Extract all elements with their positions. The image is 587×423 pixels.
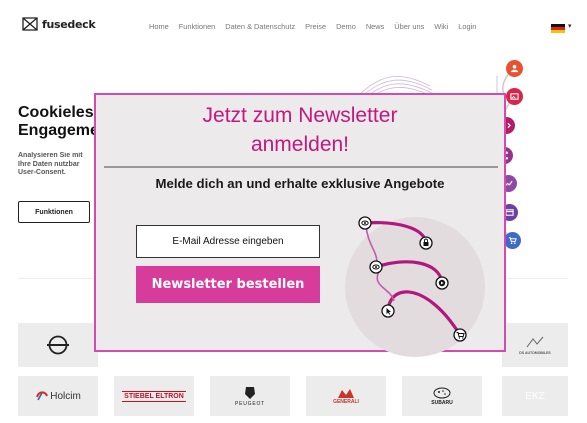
chevron-down-icon[interactable]: ▾ bbox=[568, 22, 572, 30]
ds-automobiles-text: DS AUTOMOBILES bbox=[519, 351, 551, 355]
cursor-icon bbox=[381, 304, 395, 318]
nav-item-news[interactable]: News bbox=[366, 22, 384, 31]
lock-icon bbox=[419, 236, 433, 250]
modal-subtitle: Melde dich an und erhalte exklusive Ange… bbox=[155, 176, 445, 191]
nav-item-login[interactable]: Login bbox=[458, 22, 476, 31]
nav-item-funktionen[interactable]: Funktionen bbox=[179, 22, 216, 31]
holcim-logo: Holcim bbox=[18, 376, 98, 416]
hero-subtitle: Analysieren Sie mit Ihre Daten nutzbar U… bbox=[18, 152, 83, 176]
subscribe-button[interactable]: Newsletter bestellen bbox=[136, 266, 320, 303]
nav-item-preise[interactable]: Preise bbox=[305, 22, 326, 31]
nav-item-datenschutz[interactable]: Daten & Datenschutz bbox=[225, 22, 295, 31]
modal-divider bbox=[104, 166, 498, 168]
eye-icon bbox=[369, 260, 383, 274]
nav-item-demo[interactable]: Demo bbox=[336, 22, 356, 31]
brand-name: fusedeck bbox=[42, 17, 96, 31]
nav-menu: Home Funktionen Daten & Datenschutz Prei… bbox=[149, 22, 486, 31]
peugeot-logo: PEUGEOT bbox=[210, 376, 290, 416]
customer-journey-illustration bbox=[345, 216, 485, 357]
brand-logo[interactable]: fusedeck bbox=[22, 17, 96, 31]
image-icon[interactable] bbox=[506, 88, 523, 105]
play-icon bbox=[435, 276, 449, 290]
ds-automobiles-logo: DS AUTOMOBILES bbox=[502, 323, 568, 367]
subaru-logo: SUBARU bbox=[402, 376, 482, 416]
peugeot-text: PEUGEOT bbox=[234, 400, 266, 407]
holcim-text: Holcim bbox=[50, 390, 81, 402]
generali-text: GENERALI bbox=[333, 399, 359, 405]
cart-icon bbox=[453, 328, 467, 342]
nav-item-wiki[interactable]: Wiki bbox=[434, 22, 448, 31]
modal-title: Jetzt zum Newsletter anmelden! bbox=[202, 104, 398, 156]
ekz-logo: EKZ bbox=[502, 376, 568, 416]
hero-title: Cookieless Engagement bbox=[18, 104, 98, 139]
subaru-text: SUBARU bbox=[431, 399, 453, 406]
eye-icon bbox=[358, 216, 372, 230]
newsletter-modal: Jetzt zum Newsletter anmelden! Melde dic… bbox=[94, 93, 506, 357]
features-button[interactable]: Funktionen bbox=[18, 201, 90, 223]
user-icon[interactable] bbox=[506, 60, 523, 77]
cart-icon[interactable] bbox=[504, 232, 521, 249]
opel-logo bbox=[18, 323, 98, 367]
german-flag-icon[interactable] bbox=[551, 24, 565, 33]
stiebel-eltron-text: STIEBEL ELTRON bbox=[122, 390, 186, 402]
fusedeck-logo-icon bbox=[22, 17, 38, 31]
nav-item-home[interactable]: Home bbox=[149, 22, 169, 31]
ekz-text: EKZ bbox=[525, 390, 545, 402]
nav-item-ueber-uns[interactable]: Über uns bbox=[394, 22, 424, 31]
generali-logo: GENERALI bbox=[306, 376, 386, 416]
top-navigation: fusedeck Home Funktionen Daten & Datensc… bbox=[0, 0, 587, 58]
email-field[interactable] bbox=[136, 225, 320, 258]
stiebel-eltron-logo: STIEBEL ELTRON bbox=[114, 376, 194, 416]
